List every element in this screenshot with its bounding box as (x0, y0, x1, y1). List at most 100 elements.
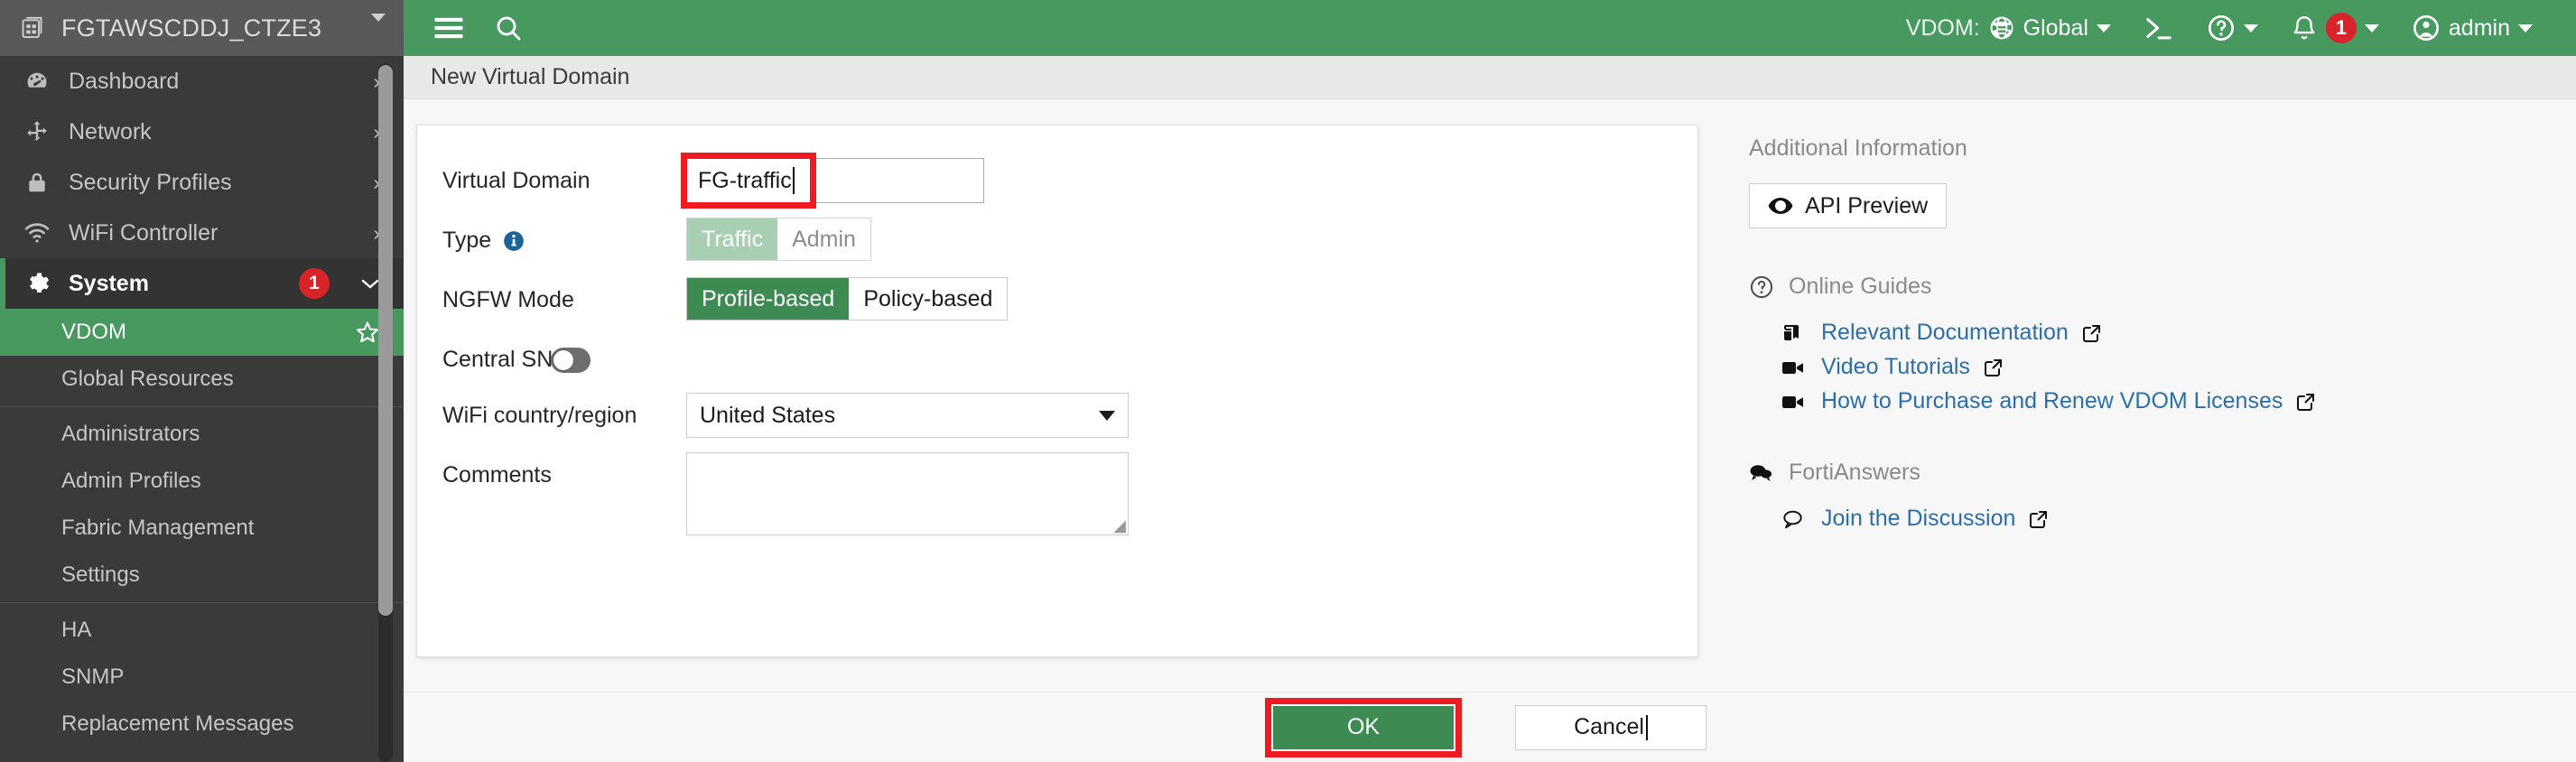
ngfw-option-profile-based[interactable]: Profile-based (687, 278, 850, 320)
sidebar-item-network[interactable]: Network › (0, 107, 404, 157)
sidebar-item-fabric-management[interactable]: Fabric Management (0, 505, 404, 552)
user-name-label: admin (2448, 14, 2510, 41)
field-control: United States (686, 393, 1661, 438)
sidebar-subitem-label: Global Resources (61, 367, 234, 391)
sidebar-item-administrators[interactable]: Administrators (0, 411, 404, 458)
top-bar-right-controls: VDOM: Global 1 admin (1890, 0, 2549, 56)
central-snat-toggle[interactable] (551, 348, 591, 373)
notification-count-badge: 1 (2325, 13, 2357, 43)
sidebar-subitem-label: Admin Profiles (61, 469, 201, 493)
link-label: Video Tutorials (1821, 354, 1970, 379)
field-control: Traffic Admin (686, 218, 1661, 261)
online-guides-heading: Online Guides (1749, 274, 2576, 300)
dialog-footer: OK Cancel (404, 692, 2576, 762)
api-preview-button[interactable]: API Preview (1749, 183, 1948, 228)
sidebar-item-security-profiles[interactable]: Security Profiles › (0, 157, 404, 208)
info-circle-icon[interactable] (502, 229, 525, 253)
virtual-domain-input[interactable]: FG-traffic (686, 158, 984, 203)
help-circle-icon (1749, 274, 1776, 300)
globe-icon (1988, 14, 2015, 42)
sidebar-item-label: Dashboard (69, 68, 180, 94)
field-label: NGFW Mode (442, 287, 574, 312)
search-icon[interactable] (488, 8, 528, 48)
sidebar-scrollbar-thumb[interactable] (378, 65, 393, 616)
main-header: New Virtual Domain (404, 56, 2576, 99)
network-arrows-icon (22, 119, 52, 144)
device-name-label: FGTAWSCDDJ_CTZE3 (61, 14, 322, 42)
body-row: Dashboard › Network › Security Profiles … (0, 56, 2576, 762)
fortianswers-heading: FortiAnswers (1749, 460, 2576, 486)
sidebar-subitem-label: Fabric Management (61, 516, 255, 540)
type-segmented-control[interactable]: Traffic Admin (686, 218, 871, 261)
fortianswers-label: FortiAnswers (1789, 460, 1920, 485)
external-link-icon (2295, 391, 2317, 413)
virtual-domain-value: FG-traffic (698, 167, 792, 193)
sidebar-item-label: System (69, 270, 149, 296)
field-label-text: Type (442, 228, 492, 253)
device-selector[interactable]: FGTAWSCDDJ_CTZE3 (0, 0, 404, 56)
sidebar-item-settings[interactable]: Settings (0, 552, 404, 599)
field-wifi-country-region: WiFi country/region United States (442, 393, 1661, 440)
link-label: How to Purchase and Renew VDOM Licenses (1821, 388, 2283, 414)
sidebar-divider (0, 602, 404, 603)
notifications-button[interactable]: 1 (2274, 0, 2395, 56)
sidebar-item-label: WiFi Controller (69, 219, 219, 246)
chevron-down-icon (2096, 23, 2111, 33)
top-bar: FGTAWSCDDJ_CTZE3 VDOM: Global 1 admin (0, 0, 2576, 56)
hamburger-menu-icon[interactable] (429, 8, 469, 48)
user-menu[interactable]: admin (2395, 0, 2549, 56)
field-label: Type (442, 218, 686, 254)
toggle-knob (553, 349, 574, 371)
comments-textarea[interactable]: ◢ (686, 452, 1129, 535)
sidebar-item-vdom[interactable]: VDOM (0, 309, 404, 356)
help-button[interactable] (2190, 0, 2274, 56)
sidebar-item-dashboard[interactable]: Dashboard › (0, 56, 404, 107)
type-option-traffic[interactable]: Traffic (687, 218, 778, 260)
sidebar-item-admin-profiles[interactable]: Admin Profiles (0, 458, 404, 505)
resize-grip-icon[interactable]: ◢ (1113, 517, 1126, 534)
sidebar-item-replacement-messages[interactable]: Replacement Messages (0, 701, 404, 748)
book-icon (1781, 322, 1809, 344)
link-video-tutorials[interactable]: Video Tutorials (1749, 354, 2576, 380)
sidebar-subitem-label: Administrators (61, 422, 200, 446)
field-label: Virtual Domain (442, 168, 591, 193)
wifi-country-value: United States (700, 402, 836, 428)
additional-information-panel: Additional Information API Preview Onlin… (1698, 125, 2576, 762)
external-link-icon (2028, 508, 2050, 530)
bell-notification-icon (2291, 14, 2318, 42)
link-label: Join the Discussion (1821, 506, 2016, 531)
sidebar-item-snmp[interactable]: SNMP (0, 654, 404, 701)
info-panel-title: Additional Information (1749, 135, 1967, 161)
wifi-country-select[interactable]: United States (686, 393, 1129, 438)
link-relevant-documentation[interactable]: Relevant Documentation (1749, 320, 2576, 346)
lock-shield-icon (22, 170, 52, 195)
field-control: Profile-based Policy-based (686, 277, 1661, 321)
text-cursor (792, 167, 795, 194)
ngfw-mode-segmented-control[interactable]: Profile-based Policy-based (686, 277, 1009, 321)
cancel-button[interactable]: Cancel (1515, 704, 1706, 750)
sidebar-item-ha[interactable]: HA (0, 607, 404, 654)
sidebar-item-system[interactable]: System 1 (0, 258, 404, 309)
chevron-down-icon[interactable] (371, 13, 386, 35)
ok-button-wrapper: OK (1265, 697, 1462, 757)
field-control: FG-traffic (681, 153, 1661, 209)
api-preview-label: API Preview (1805, 192, 1929, 218)
sidebar-subitem-label: HA (61, 618, 92, 642)
sidebar-item-wifi-controller[interactable]: WiFi Controller › (0, 208, 404, 258)
sidebar-navigation: Dashboard › Network › Security Profiles … (0, 56, 404, 762)
top-bar-green-area: VDOM: Global 1 admin (404, 0, 2576, 56)
star-outline-icon[interactable] (355, 320, 380, 345)
type-option-admin[interactable]: Admin (777, 218, 870, 260)
system-alert-badge: 1 (299, 268, 330, 299)
cli-console-button[interactable] (2127, 0, 2190, 56)
online-guides-label: Online Guides (1789, 274, 1932, 299)
chevron-down-icon (2364, 23, 2379, 33)
link-join-the-discussion[interactable]: Join the Discussion (1749, 506, 2576, 532)
sidebar-item-global-resources[interactable]: Global Resources (0, 356, 404, 403)
video-camera-icon (1781, 358, 1809, 376)
ngfw-option-policy-based[interactable]: Policy-based (849, 278, 1008, 320)
cancel-button-label: Cancel (1574, 714, 1644, 739)
ok-button[interactable]: OK (1273, 705, 1454, 749)
vdom-selector[interactable]: VDOM: Global (1890, 0, 2127, 56)
link-how-to-purchase-renew-vdom-licenses[interactable]: How to Purchase and Renew VDOM Licenses (1749, 388, 2576, 414)
